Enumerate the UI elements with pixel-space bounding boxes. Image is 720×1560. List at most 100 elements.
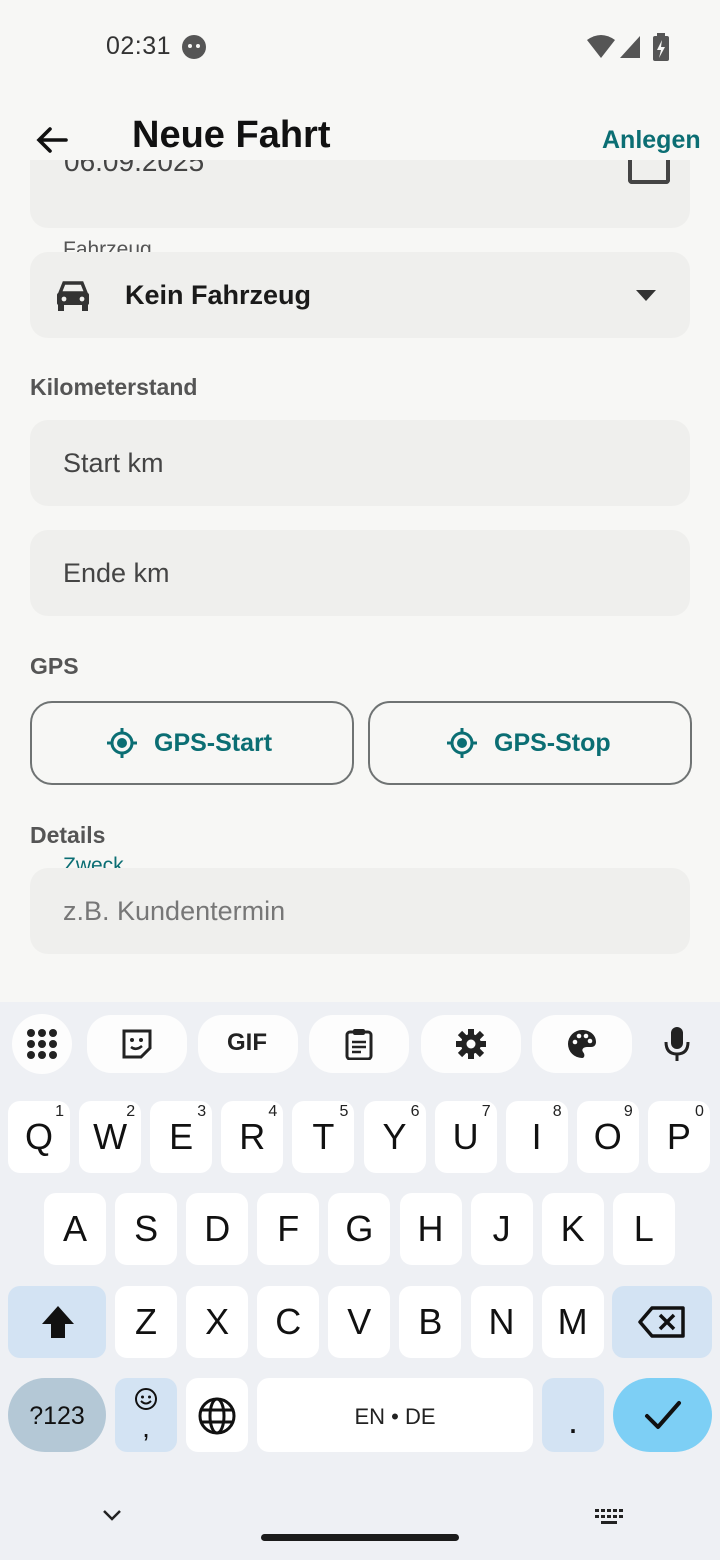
key-j[interactable]: J: [470, 1193, 533, 1265]
gif-button[interactable]: GIF: [198, 1015, 298, 1073]
key-label: D: [204, 1208, 231, 1249]
date-field[interactable]: 06.09.2025: [30, 160, 690, 228]
vehicle-value: Kein Fahrzeug: [125, 280, 312, 310]
signal-icon: [620, 36, 640, 58]
key-z[interactable]: Z: [115, 1286, 177, 1358]
comma-label: ,: [142, 1412, 150, 1443]
details-section-title: Details: [30, 822, 106, 848]
space-key[interactable]: EN • DE: [257, 1378, 533, 1452]
key-label: L: [633, 1208, 654, 1249]
key-b[interactable]: B: [399, 1286, 462, 1358]
key-label: B: [418, 1301, 443, 1342]
mic-icon[interactable]: [664, 1026, 690, 1062]
key-k[interactable]: K: [541, 1193, 604, 1265]
wifi-icon: [587, 35, 615, 58]
page-title: Neue Fahrt: [132, 114, 331, 156]
key-i[interactable]: I8: [505, 1101, 568, 1173]
end-km-placeholder: Ende km: [63, 558, 170, 588]
key-n[interactable]: N: [470, 1286, 533, 1358]
car-icon: [57, 281, 89, 311]
key-hint-number: 4: [268, 1103, 278, 1120]
key-o[interactable]: O9: [576, 1101, 639, 1173]
backspace-key[interactable]: [612, 1286, 712, 1358]
key-s[interactable]: S: [115, 1193, 178, 1265]
key-x[interactable]: X: [186, 1286, 249, 1358]
key-label: Q: [24, 1116, 53, 1157]
theme-button[interactable]: [532, 1015, 632, 1073]
apps-grid-button[interactable]: [12, 1014, 72, 1074]
key-label: C: [275, 1301, 302, 1342]
settings-button[interactable]: [421, 1015, 521, 1073]
key-r[interactable]: R4: [221, 1101, 284, 1173]
key-label: M: [557, 1301, 588, 1342]
language-key[interactable]: [186, 1378, 248, 1452]
purpose-placeholder: z.B. Kundentermin: [63, 896, 286, 926]
start-km-input[interactable]: Start km: [30, 420, 690, 506]
clipboard-button[interactable]: [309, 1015, 409, 1073]
key-label: O: [593, 1116, 622, 1157]
key-label: Y: [382, 1116, 407, 1157]
key-label: Z: [135, 1301, 157, 1342]
key-q[interactable]: Q1: [8, 1101, 70, 1173]
vehicle-dropdown[interactable]: Kein Fahrzeug: [30, 252, 690, 338]
period-key[interactable]: .: [542, 1378, 604, 1452]
mileage-section-title: Kilometerstand: [30, 374, 198, 400]
key-m[interactable]: M: [541, 1286, 604, 1358]
key-label: A: [62, 1208, 87, 1249]
key-label: V: [347, 1301, 372, 1342]
space-label: EN • DE: [354, 1404, 436, 1429]
key-hint-number: 9: [623, 1103, 633, 1120]
key-w[interactable]: W2: [79, 1101, 142, 1173]
create-button[interactable]: Anlegen: [602, 126, 701, 155]
gps-stop-button[interactable]: GPS-Stop: [368, 701, 692, 785]
key-label: H: [417, 1208, 444, 1249]
end-km-input[interactable]: Ende km: [30, 530, 690, 616]
emoji-comma-key[interactable]: ,: [115, 1378, 177, 1452]
key-v[interactable]: V: [328, 1286, 391, 1358]
start-km-placeholder: Start km: [63, 448, 164, 478]
sticker-button[interactable]: [87, 1015, 187, 1073]
gps-section-title: GPS: [30, 653, 79, 679]
sticker-icon: [122, 1029, 152, 1059]
key-label: T: [312, 1116, 335, 1157]
key-hint-number: 5: [339, 1103, 349, 1120]
gps-location-icon: [107, 728, 137, 758]
notification-icon: [182, 35, 206, 59]
calendar-icon[interactable]: [628, 160, 670, 184]
key-h[interactable]: H: [399, 1193, 462, 1265]
key-d[interactable]: D: [186, 1193, 249, 1265]
key-y[interactable]: Y6: [363, 1101, 426, 1173]
key-label: U: [452, 1116, 479, 1157]
key-hint-number: 7: [481, 1103, 491, 1120]
key-label: W: [93, 1116, 128, 1157]
key-u[interactable]: U7: [434, 1101, 497, 1173]
key-label: G: [345, 1208, 374, 1249]
key-label: E: [169, 1116, 194, 1157]
key-c[interactable]: C: [257, 1286, 320, 1358]
key-hint-number: 8: [552, 1103, 562, 1120]
keyboard: [0, 1002, 720, 1560]
key-t[interactable]: T5: [292, 1101, 355, 1173]
symbols-key[interactable]: ?123: [8, 1378, 106, 1452]
key-g[interactable]: G: [328, 1193, 391, 1265]
key-label: J: [492, 1208, 511, 1249]
key-label: I: [531, 1116, 542, 1157]
shift-key[interactable]: [8, 1286, 106, 1358]
key-label: N: [488, 1301, 515, 1342]
home-gesture-handle[interactable]: [261, 1534, 459, 1541]
gear-icon: [456, 1029, 486, 1059]
purpose-input[interactable]: z.B. Kundentermin: [30, 868, 690, 954]
key-e[interactable]: E3: [150, 1101, 213, 1173]
shift-icon: [42, 1306, 74, 1338]
keyboard-switch-icon[interactable]: [594, 1508, 624, 1526]
key-a[interactable]: A: [44, 1193, 106, 1265]
back-arrow-icon[interactable]: [30, 118, 74, 162]
gps-start-button[interactable]: GPS-Start: [30, 701, 354, 785]
key-p[interactable]: P0: [647, 1101, 710, 1173]
symbols-label: ?123: [29, 1402, 85, 1430]
key-l[interactable]: L: [612, 1193, 675, 1265]
hide-keyboard-icon[interactable]: [102, 1509, 122, 1523]
palette-icon: [568, 1030, 596, 1058]
enter-key[interactable]: [613, 1378, 712, 1452]
key-f[interactable]: F: [257, 1193, 320, 1265]
